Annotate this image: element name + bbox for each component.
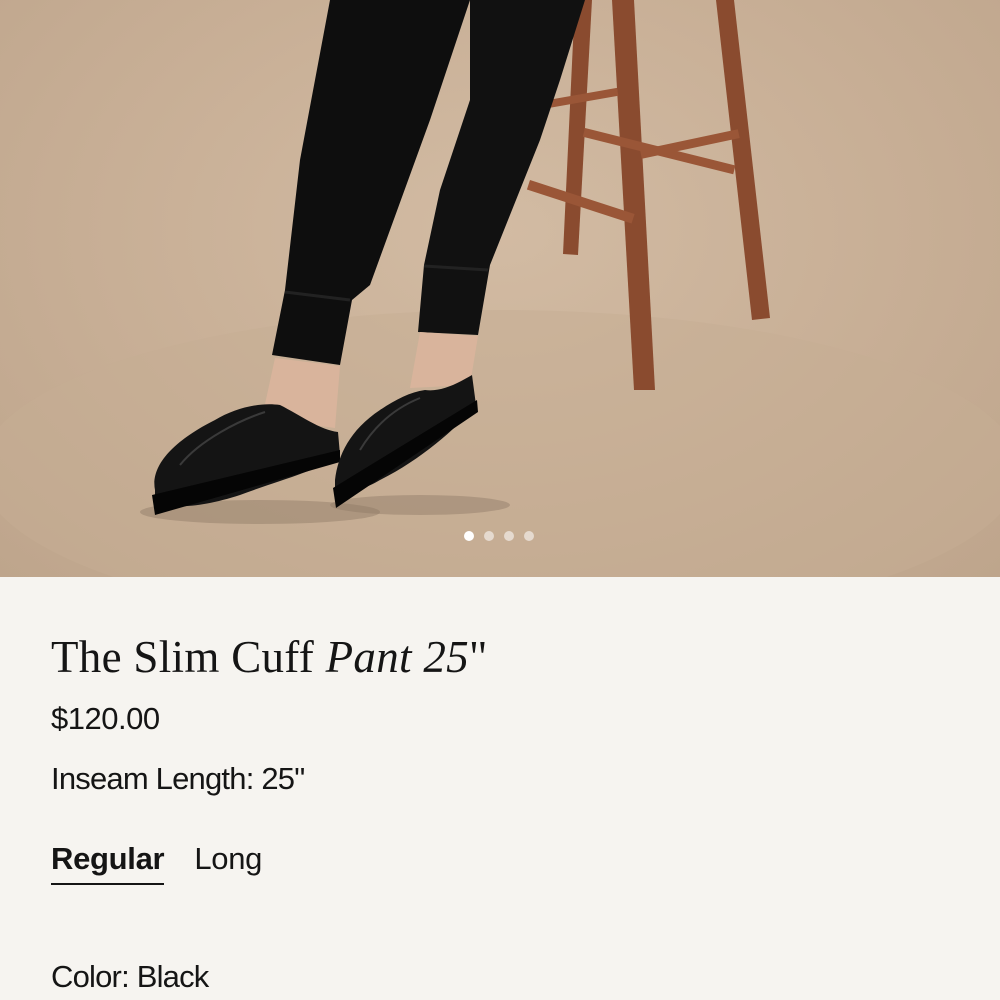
product-photo [0,0,1000,577]
product-image-carousel[interactable] [0,0,1000,577]
carousel-dot[interactable] [464,531,474,541]
length-selector: Regular Long [51,841,262,885]
carousel-dot[interactable] [504,531,514,541]
product-title-suffix: " [468,632,488,682]
product-info: The Slim Cuff Pant 25" $120.00 Inseam Le… [0,577,1000,1000]
carousel-dot[interactable] [524,531,534,541]
product-price: $120.00 [51,701,160,736]
length-option-long[interactable]: Long [194,841,262,885]
product-title-roman: The Slim Cuff [51,632,326,682]
carousel-dot[interactable] [484,531,494,541]
carousel-pagination [464,531,534,541]
inseam-length-label: Inseam Length: 25" [51,761,305,796]
product-title: The Slim Cuff Pant 25" [51,631,488,683]
length-option-regular[interactable]: Regular [51,841,165,885]
color-label: Color: Black [51,959,209,994]
product-title-italic: Pant 25 [325,632,469,682]
